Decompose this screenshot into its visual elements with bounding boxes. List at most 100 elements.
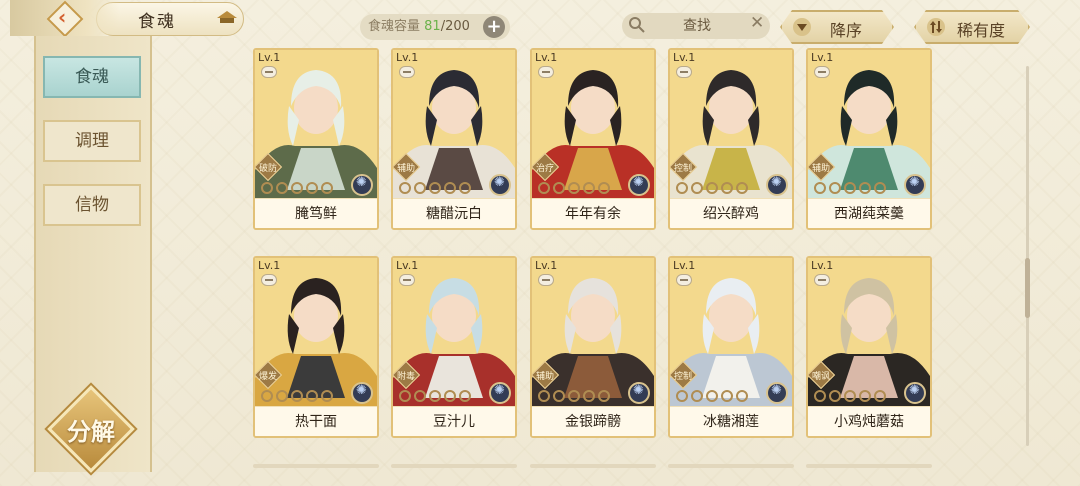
star-icon xyxy=(429,182,441,194)
character-card[interactable]: Lv.1 辅助西湖莼菜羹 xyxy=(806,48,932,230)
star-icon xyxy=(859,390,871,402)
favorite-icon[interactable] xyxy=(261,274,277,286)
capacity-max: /200 xyxy=(440,19,470,34)
tab-food-soul[interactable]: 食魂 xyxy=(43,56,141,98)
hat-icon[interactable] xyxy=(216,10,238,24)
role-badge: 爆发 xyxy=(255,360,283,390)
level-label: Lv.1 xyxy=(673,51,696,64)
star-icon xyxy=(844,390,856,402)
favorite-icon[interactable] xyxy=(676,274,692,286)
star-icon xyxy=(706,390,718,402)
scrollbar-track[interactable] xyxy=(1026,66,1029,446)
favorite-icon[interactable] xyxy=(538,274,554,286)
favorite-icon[interactable] xyxy=(538,66,554,78)
back-arrow-icon[interactable]: ‹ xyxy=(58,5,66,29)
star-rating xyxy=(261,182,333,196)
star-icon xyxy=(429,390,441,402)
character-card[interactable]: Lv.1 附毒豆汁儿 xyxy=(391,256,517,438)
star-icon xyxy=(598,182,610,194)
star-icon xyxy=(444,182,456,194)
star-rating xyxy=(261,390,333,404)
element-icon xyxy=(489,382,511,404)
star-icon xyxy=(553,182,565,194)
star-icon xyxy=(291,390,303,402)
favorite-icon[interactable] xyxy=(261,66,277,78)
level-label: Lv.1 xyxy=(258,51,281,64)
character-name: 年年有余 xyxy=(532,198,654,228)
star-icon xyxy=(676,390,688,402)
character-name: 热干面 xyxy=(255,406,377,436)
level-label: Lv.1 xyxy=(535,259,558,272)
element-icon xyxy=(628,382,650,404)
role-badge: 治疗 xyxy=(532,152,560,182)
element-icon xyxy=(904,174,926,196)
star-icon xyxy=(459,390,471,402)
star-icon xyxy=(568,182,580,194)
star-rating xyxy=(399,390,471,404)
tab-label: 食魂 xyxy=(75,67,109,87)
level-label: Lv.1 xyxy=(673,259,696,272)
level-label: Lv.1 xyxy=(396,259,419,272)
next-row-hint xyxy=(391,464,517,468)
star-icon xyxy=(583,390,595,402)
character-card[interactable]: Lv.1 嘲讽小鸡炖蘑菇 xyxy=(806,256,932,438)
role-badge: 辅助 xyxy=(808,152,836,182)
favorite-icon[interactable] xyxy=(399,66,415,78)
favorite-icon[interactable] xyxy=(814,274,830,286)
star-icon xyxy=(844,182,856,194)
element-icon xyxy=(904,382,926,404)
star-icon xyxy=(399,390,411,402)
character-card[interactable]: Lv.1 控制绍兴醉鸡 xyxy=(668,48,794,230)
star-icon xyxy=(829,390,841,402)
element-icon xyxy=(766,174,788,196)
star-icon xyxy=(874,182,886,194)
favorite-icon[interactable] xyxy=(676,66,692,78)
character-card[interactable]: Lv.1 破防腌笃鲜 xyxy=(253,48,379,230)
level-label: Lv.1 xyxy=(811,51,834,64)
close-icon[interactable]: ✕ xyxy=(750,13,764,33)
star-icon xyxy=(306,182,318,194)
favorite-icon[interactable] xyxy=(814,66,830,78)
star-icon xyxy=(459,182,471,194)
star-rating xyxy=(676,182,748,196)
character-card[interactable]: Lv.1 辅助糖醋沅白 xyxy=(391,48,517,230)
character-card[interactable]: Lv.1 治疗年年有余 xyxy=(530,48,656,230)
favorite-icon[interactable] xyxy=(399,274,415,286)
star-rating xyxy=(538,390,610,404)
star-icon xyxy=(691,182,703,194)
next-row-hint xyxy=(806,464,932,468)
character-name: 绍兴醉鸡 xyxy=(670,198,792,228)
decompose-button[interactable]: 分解 xyxy=(47,385,135,473)
role-badge: 辅助 xyxy=(393,152,421,182)
sort-arrows-icon xyxy=(927,18,945,36)
role-label: 控制 xyxy=(673,372,692,382)
star-icon xyxy=(261,182,273,194)
tab-conditioning[interactable]: 调理 xyxy=(43,120,141,162)
element-icon xyxy=(351,174,373,196)
character-name: 小鸡炖蘑菇 xyxy=(808,406,930,436)
level-label: Lv.1 xyxy=(258,259,281,272)
scrollbar-thumb[interactable] xyxy=(1025,258,1030,318)
role-label: 辅助 xyxy=(535,372,554,382)
element-icon xyxy=(489,174,511,196)
next-row-hint xyxy=(530,464,656,468)
role-label: 控制 xyxy=(673,164,692,174)
search-label: 查找 xyxy=(683,18,711,34)
star-icon xyxy=(814,390,826,402)
character-card[interactable]: Lv.1 爆发热干面 xyxy=(253,256,379,438)
character-card[interactable]: Lv.1 辅助金银蹄髈 xyxy=(530,256,656,438)
star-icon xyxy=(321,390,333,402)
add-capacity-button[interactable]: + xyxy=(483,16,505,38)
element-icon xyxy=(351,382,373,404)
role-label: 辅助 xyxy=(811,164,830,174)
plus-icon: + xyxy=(486,16,502,37)
star-rating xyxy=(399,182,471,196)
triangle-down-icon xyxy=(793,18,811,36)
tab-token[interactable]: 信物 xyxy=(43,184,141,226)
role-badge: 控制 xyxy=(670,360,698,390)
star-icon xyxy=(414,182,426,194)
star-icon xyxy=(598,390,610,402)
role-badge: 嘲讽 xyxy=(808,360,836,390)
star-icon xyxy=(706,182,718,194)
character-card[interactable]: Lv.1 控制冰糖湘莲 xyxy=(668,256,794,438)
